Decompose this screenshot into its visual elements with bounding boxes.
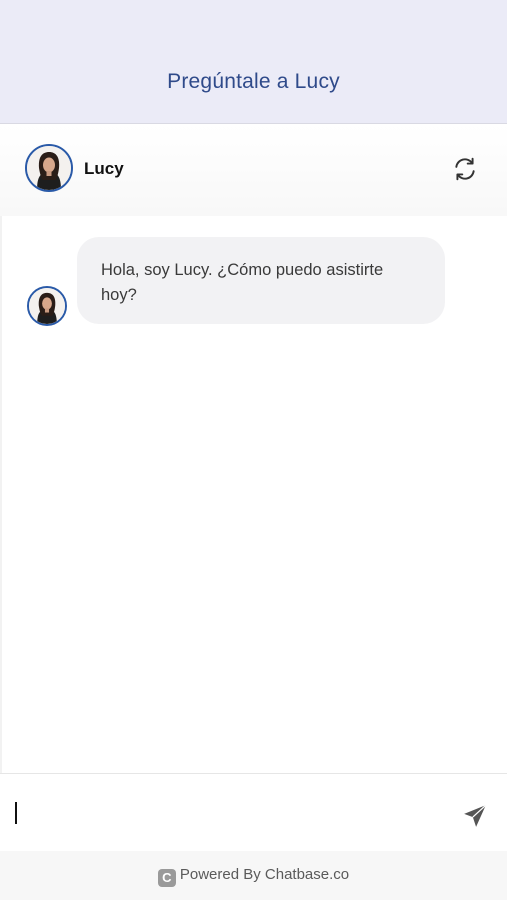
send-button[interactable] bbox=[462, 803, 488, 829]
bot-avatar bbox=[25, 144, 73, 192]
send-icon bbox=[464, 804, 487, 827]
bot-message-bubble: Hola, soy Lucy. ¿Cómo puedo asistirte ho… bbox=[77, 237, 445, 324]
bot-name: Lucy bbox=[84, 159, 124, 178]
footer: C Powered By Chatbase.co bbox=[0, 851, 507, 900]
refresh-icon bbox=[455, 157, 475, 181]
top-bar: Pregúntale a Lucy bbox=[0, 0, 507, 124]
text-caret bbox=[15, 802, 17, 824]
chatbase-logo-icon: C bbox=[157, 869, 176, 887]
page-title: Pregúntale a Lucy bbox=[167, 70, 340, 93]
powered-by-link[interactable]: C Powered By Chatbase.co bbox=[0, 866, 507, 887]
message-input[interactable] bbox=[14, 792, 438, 834]
message-list: Hola, soy Lucy. ¿Cómo puedo asistirte ho… bbox=[0, 216, 507, 773]
refresh-button[interactable] bbox=[452, 156, 478, 182]
powered-by-text: Powered By Chatbase.co bbox=[179, 866, 350, 883]
message-avatar bbox=[27, 286, 67, 326]
message-input-bar bbox=[0, 773, 507, 852]
chat-header: Lucy bbox=[0, 124, 507, 216]
